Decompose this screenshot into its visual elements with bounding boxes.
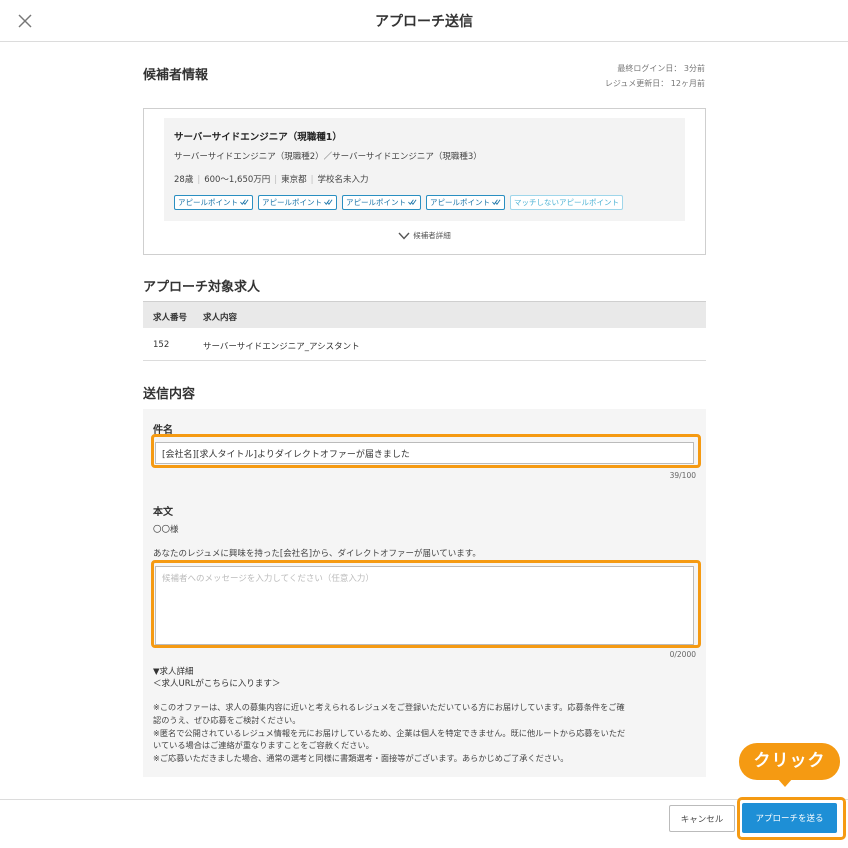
appeal-tag: アピールポイント — [174, 195, 253, 210]
subject-counter: 39/100 — [669, 471, 696, 480]
footer-divider — [0, 799, 848, 800]
send-approach-button[interactable]: アプローチを送る — [742, 803, 837, 833]
double-check-icon — [408, 199, 417, 206]
candidate-age: 28歳 — [174, 175, 194, 185]
cancel-button[interactable]: キャンセル — [669, 805, 735, 832]
appeal-tag: アピールポイント — [342, 195, 421, 210]
job-url-line: ＜求人URLがこちらに入ります＞ — [153, 679, 281, 689]
candidate-section-title: 候補者情報 — [143, 68, 209, 83]
intro-text: あなたのレジュメに興味を持った[会社名]から、ダイレクトオファーが届いています。 — [153, 549, 481, 559]
note-line: ※ご応募いただきました場合、通常の選考と同様に書類選考・面接等がございます。あら… — [153, 753, 569, 764]
last-login: 最終ログイン日： 3分前 — [617, 64, 705, 73]
subject-input[interactable] — [155, 442, 694, 464]
candidate-card: サーバーサイドエンジニア（現職種1） サーバーサイドエンジニア（現職種2）／サー… — [143, 108, 706, 255]
appeal-tag: アピールポイント — [258, 195, 337, 210]
job-detail-block: ▼求人詳細 ＜求人URLがこちらに入ります＞ — [153, 666, 280, 690]
subject-label: 件名 — [153, 425, 173, 436]
job-content-cell: サーバーサイドエンジニア_アシスタント — [203, 342, 360, 352]
note-line: 認のうえ、ぜひ応募をご検討ください。 — [153, 714, 301, 725]
message-counter: 0/2000 — [669, 650, 696, 659]
note-line: ※匿名で公開されているレジュメ情報を元にお届けしているため、企業は個人を特定でき… — [153, 727, 626, 738]
unmatched-appeal-tag: マッチしないアピールポイント — [510, 195, 623, 210]
note-line: いている場合はご連絡が重なりますことをご容赦ください。 — [153, 740, 374, 751]
target-jobs-table: 求人番号 求人内容 152 サーバーサイドエンジニア_アシスタント — [143, 301, 706, 361]
candidate-info: 28歳 | 600〜1,650万円 | 東京都 | 学校名未入力 — [174, 175, 369, 185]
appeal-tag: アピールポイント — [426, 195, 505, 210]
send-content-panel: 件名 39/100 本文 〇〇様 あなたのレジュメに興味を持った[会社名]から、… — [143, 409, 706, 777]
chevron-down-icon — [398, 232, 410, 240]
column-header-id: 求人番号 — [153, 313, 188, 323]
candidate-school: 学校名未入力 — [317, 175, 369, 185]
table-header: 求人番号 求人内容 — [143, 301, 706, 328]
resume-updated: レジュメ更新日： 12ヶ月前 — [604, 79, 705, 88]
modal-header: アプローチ送信 — [0, 0, 848, 42]
candidate-location: 東京都 — [281, 175, 307, 185]
candidate-details-label: 候補者詳細 — [413, 231, 451, 240]
candidate-job-sub: サーバーサイドエンジニア（現職種2）／サーバーサイドエンジニア（現職種3） — [174, 152, 482, 162]
send-content-title: 送信内容 — [143, 387, 196, 402]
candidate-salary: 600〜1,650万円 — [204, 175, 271, 185]
job-id-cell: 152 — [153, 340, 170, 350]
note-line: ※このオファーは、求人の募集内容に近いと考えられるレジュメをご登録いただいている… — [153, 702, 625, 712]
notes-block: ※このオファーは、求人の募集内容に近いと考えられるレジュメをご登録いただいている… — [153, 701, 698, 765]
modal-title: アプローチ送信 — [375, 14, 473, 30]
callout-tail — [777, 778, 793, 787]
body-label: 本文 — [153, 507, 173, 518]
column-header-content: 求人内容 — [203, 313, 238, 323]
job-detail-heading: ▼求人詳細 — [153, 667, 194, 677]
appeal-tags: アピールポイント アピールポイント アピールポイント アピールポイント マッチし… — [174, 195, 628, 210]
candidate-summary: サーバーサイドエンジニア（現職種1） サーバーサイドエンジニア（現職種2）／サー… — [164, 118, 685, 221]
candidate-job-title: サーバーサイドエンジニア（現職種1） — [174, 132, 342, 143]
message-textarea[interactable] — [155, 566, 694, 645]
table-row: 152 サーバーサイドエンジニア_アシスタント — [143, 328, 706, 361]
double-check-icon — [240, 199, 249, 206]
click-callout: クリック — [739, 743, 840, 780]
double-check-icon — [324, 199, 333, 206]
salutation-text: 〇〇様 — [153, 525, 179, 535]
target-jobs-title: アプローチ対象求人 — [143, 280, 261, 295]
double-check-icon — [492, 199, 501, 206]
candidate-details-toggle[interactable]: 候補者詳細 — [144, 230, 705, 241]
